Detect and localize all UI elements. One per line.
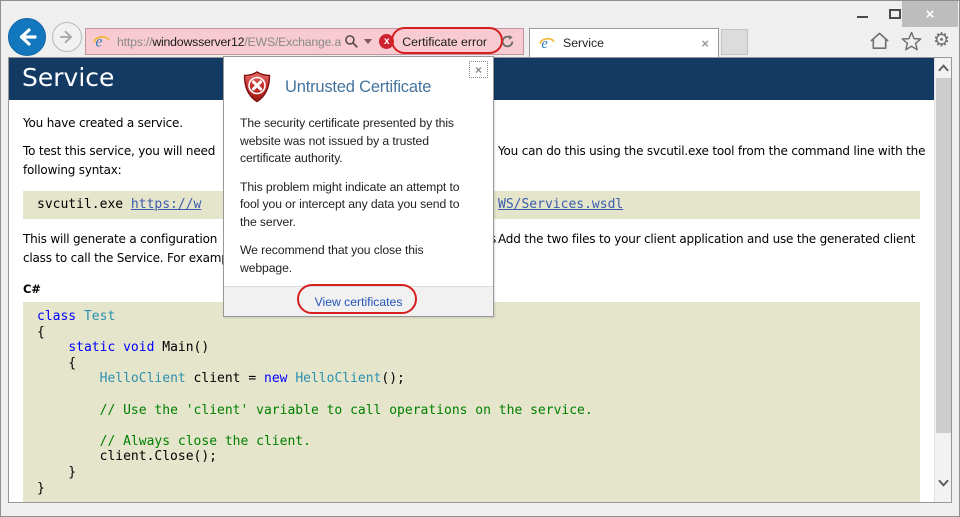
chevron-down-icon (938, 479, 949, 487)
ie-favicon: e (93, 34, 110, 50)
wsdl-link-end[interactable]: WS/Services.wsdl (498, 197, 623, 212)
code-line: { (37, 355, 77, 371)
code-line: HelloClient client = new HelloClient(); (99, 371, 405, 387)
certificate-error-badge[interactable]: Certificate error (400, 35, 497, 49)
scroll-up-button[interactable] (936, 60, 951, 76)
refresh-button[interactable] (500, 34, 515, 49)
code-line: // Use the 'client' variable to call ope… (99, 402, 593, 418)
svg-text:e: e (96, 34, 103, 50)
window-close-button[interactable]: × (902, 1, 958, 27)
back-button[interactable] (8, 18, 46, 56)
dialog-paragraph-2: This problem might indicate an attempt t… (240, 179, 460, 229)
tab-title: Service (563, 36, 605, 50)
svcutil-command-prefix: svcutil.exe (37, 197, 131, 212)
favorites-star-button[interactable] (901, 31, 922, 51)
code-line: static void Main() (68, 340, 210, 356)
maximize-icon (889, 9, 901, 19)
dialog-close-icon: × (474, 62, 482, 77)
scrollbar-thumb[interactable] (936, 78, 951, 433)
forward-arrow-icon (60, 30, 73, 44)
tab-favicon: e (539, 36, 555, 51)
minimize-icon (856, 16, 868, 18)
search-icon[interactable] (344, 34, 359, 49)
chevron-up-icon (938, 64, 949, 72)
tab-service[interactable]: e Service × (529, 28, 719, 57)
code-line: // Always close the client. (99, 433, 311, 449)
settings-gear-button[interactable]: ⚙ (933, 30, 950, 51)
code-line: client.Close(); (37, 449, 218, 465)
dialog-paragraph-1: The security certificate presented by th… (240, 116, 454, 165)
browser-window: × e https://windowsserver12/EWS/Exchange… (0, 0, 960, 517)
tab-close-button[interactable]: × (701, 36, 709, 51)
home-button[interactable] (869, 31, 890, 51)
code-block: class Test{ static void Main() { HelloCl… (23, 302, 920, 502)
view-certificates-link[interactable]: View certificates (315, 295, 403, 309)
dialog-paragraph-3: We recommend that you close this webpage… (240, 243, 424, 275)
back-arrow-icon (19, 28, 37, 46)
minimize-button[interactable] (845, 1, 879, 27)
dialog-title: Untrusted Certificate (285, 77, 432, 96)
forward-button[interactable] (52, 22, 82, 52)
wsdl-link[interactable]: https://w (131, 197, 201, 212)
code-line: { (37, 324, 45, 340)
new-tab-button[interactable] (721, 29, 748, 55)
security-shield-icon (243, 71, 271, 103)
navigation-bar: e https://windowsserver12/EWS/Exchange.a… (1, 18, 959, 57)
address-dropdown-icon[interactable] (364, 39, 373, 44)
code-line: } (37, 464, 77, 480)
scroll-down-button[interactable] (936, 475, 951, 491)
url-text: https://windowsserver12/EWS/Exchange.asm… (117, 34, 342, 49)
title-bar: × (1, 1, 959, 27)
vertical-scrollbar[interactable] (934, 58, 951, 502)
certificate-error-icon: x (379, 34, 395, 49)
window-close-icon: × (925, 5, 935, 23)
address-bar[interactable]: e https://windowsserver12/EWS/Exchange.a… (85, 28, 524, 55)
code-line: } (37, 480, 45, 496)
dialog-close-button[interactable]: × (469, 61, 488, 78)
untrusted-certificate-dialog: × Untrusted Certificate The security cer… (223, 56, 494, 317)
